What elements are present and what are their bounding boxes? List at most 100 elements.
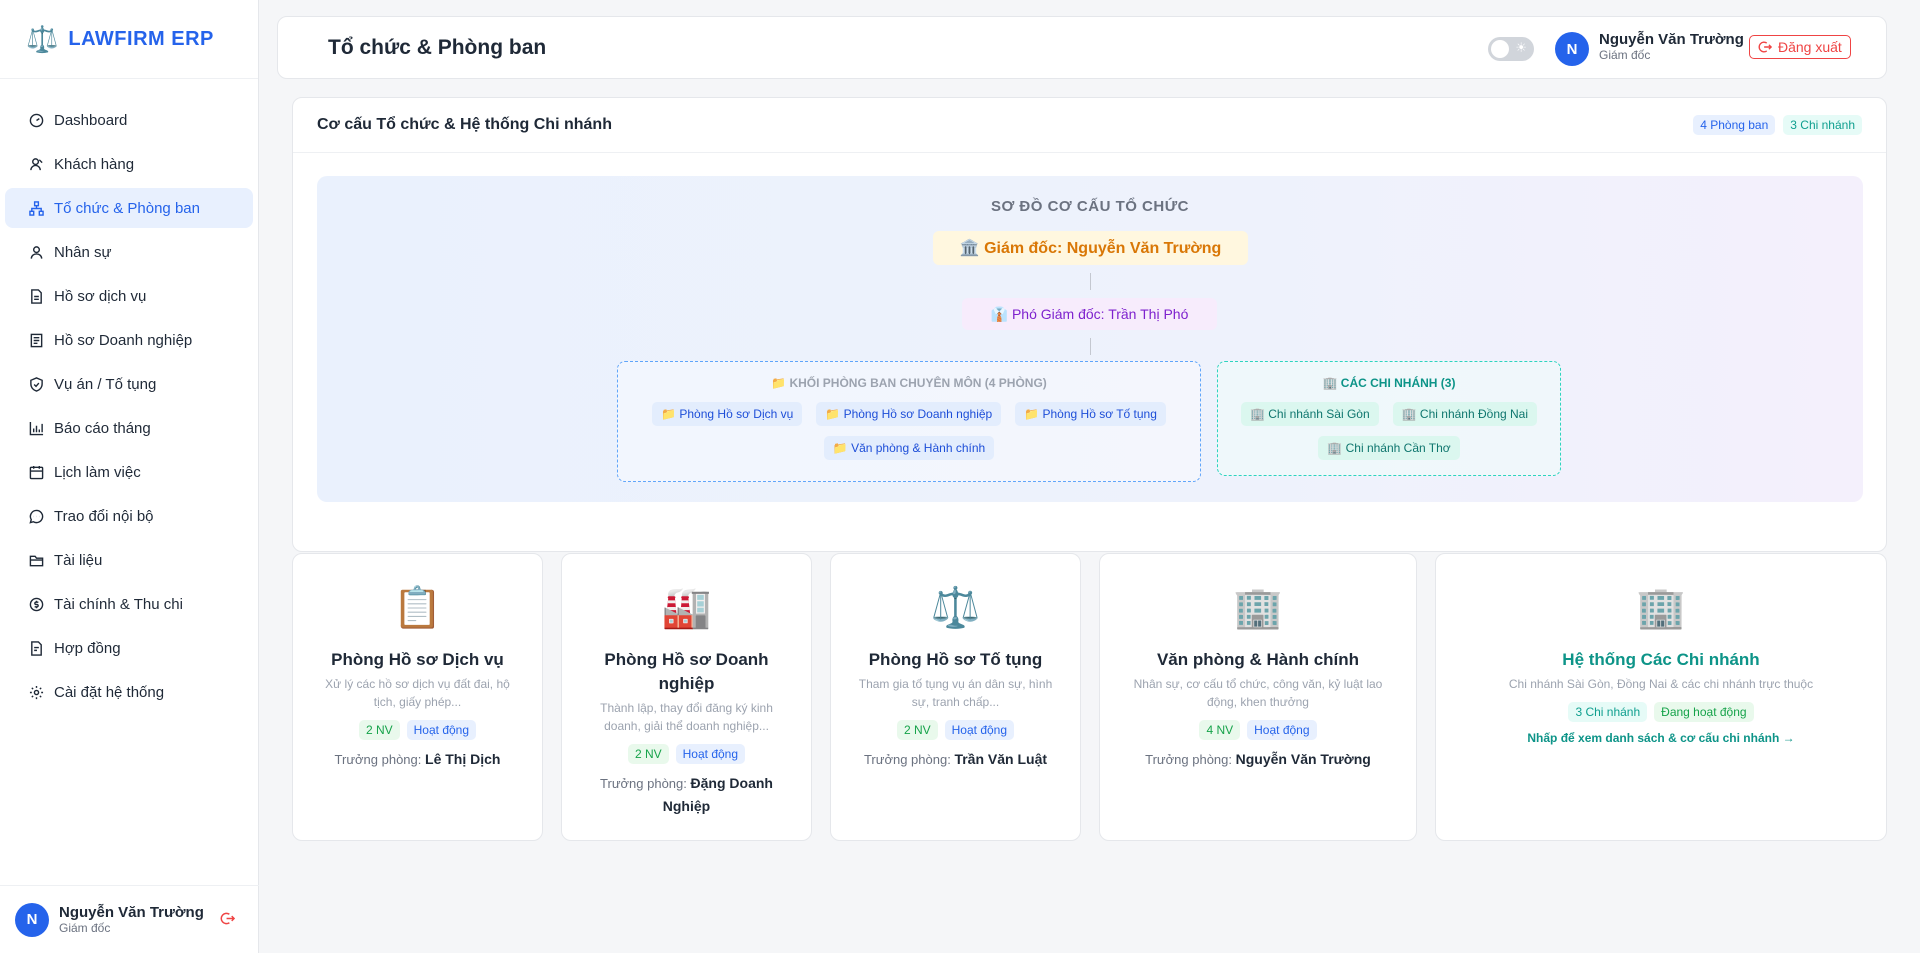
department-head: Trưởng phòng: Trần Văn Luật — [831, 748, 1080, 771]
sidebar-item-business-files[interactable]: Hồ sơ Doanh nghiệp — [5, 320, 253, 360]
status-badge: Đang hoạt động — [1654, 702, 1754, 722]
sidebar-user-card: N Nguyễn Văn Trường Giám đốc — [0, 885, 259, 953]
sidebar-item-label: Dashboard — [54, 111, 128, 129]
card-title: Văn phòng & Hành chính — [1156, 650, 1360, 669]
sidebar-item-finance[interactable]: Tài chính & Thu chi — [5, 584, 253, 624]
department-card-service[interactable]: 📋 Phòng Hồ sơ Dịch vụ Xử lý các hồ sơ dị… — [292, 553, 543, 841]
panel-header: Cơ cấu Tổ chức & Hệ thống Chi nhánh 4 Ph… — [293, 98, 1886, 153]
sidebar-item-label: Tài liệu — [54, 551, 103, 569]
avatar[interactable]: N — [15, 902, 49, 937]
head-label: Trưởng phòng: — [600, 776, 687, 791]
bar-chart-icon — [28, 420, 44, 436]
departments-block: 📁 KHỐI PHÒNG BAN CHUYÊN MÔN (4 PHÒNG) 📁 … — [617, 361, 1201, 482]
logout-button[interactable]: Đăng xuất — [1749, 35, 1851, 59]
branch-count-badge: 3 Chi nhánh — [1568, 702, 1648, 722]
branches-block: 🏢 CÁC CHI NHÁNH (3) 🏢 Chi nhánh Sài Gòn … — [1217, 361, 1561, 476]
sidebar-item-service-files[interactable]: Hồ sơ dịch vụ — [5, 276, 253, 316]
sidebar-item-schedule[interactable]: Lịch làm việc — [5, 452, 253, 492]
app-logo[interactable]: ⚖️ LAWFIRM ERP — [0, 0, 258, 79]
sidebar-item-label: Trao đổi nội bộ — [54, 507, 154, 525]
sidebar-item-documents[interactable]: Tài liệu — [5, 540, 253, 580]
sidebar-item-label: Báo cáo tháng — [54, 419, 151, 437]
department-card-admin[interactable]: 🏢 Văn phòng & Hành chính Nhân sự, cơ cấu… — [1099, 553, 1417, 841]
department-chip[interactable]: 📁 Phòng Hồ sơ Dịch vụ — [652, 402, 803, 426]
branch-system-card[interactable]: 🏢 Hệ thống Các Chi nhánh Chi nhánh Sài G… — [1435, 553, 1887, 841]
director-node[interactable]: 🏛️ Giám đốc: Nguyễn Văn Trường — [933, 231, 1248, 265]
sidebar-item-internal-chat[interactable]: Trao đổi nội bộ — [5, 496, 253, 536]
view-branches-link[interactable]: Nhấp để xem danh sách & cơ cấu chi nhánh… — [1436, 731, 1886, 745]
office-building-icon: 🏢 — [1233, 586, 1283, 630]
card-description: Xử lý các hồ sơ dịch vụ đất đai, hộ tịch… — [325, 677, 510, 709]
head-name: Trần Văn Luật — [954, 751, 1048, 767]
status-badge: Hoạt động — [675, 744, 746, 764]
avatar[interactable]: N — [1555, 32, 1589, 66]
document-icon — [28, 332, 44, 348]
card-title: Phòng Hồ sơ Dịch vụ — [331, 650, 504, 669]
theme-toggle[interactable]: ☀ — [1488, 37, 1534, 61]
sidebar-user-role: Giám đốc — [59, 921, 111, 935]
panel-title: Cơ cấu Tổ chức & Hệ thống Chi nhánh — [317, 116, 612, 133]
card-title: Hệ thống Các Chi nhánh — [1562, 650, 1760, 669]
chat-icon — [28, 508, 44, 524]
sidebar-item-label: Tổ chức & Phòng ban — [54, 199, 200, 217]
departments-block-title: 📁 KHỐI PHÒNG BAN CHUYÊN MÔN (4 PHÒNG) — [771, 376, 1047, 390]
header-user-role: Giám đốc — [1599, 48, 1651, 62]
folder-icon — [28, 552, 44, 568]
scales-icon: ⚖️ — [930, 586, 981, 630]
deputy-director-node[interactable]: 👔 Phó Giám đốc: Trần Thị Phó — [962, 298, 1217, 330]
department-card-business[interactable]: 🏭 Phòng Hồ sơ Doanh nghiệp Thành lập, th… — [561, 553, 812, 841]
sidebar-item-label: Khách hàng — [54, 155, 135, 173]
staff-count-badge: 2 NV — [896, 720, 938, 740]
sun-icon: ☀ — [1515, 40, 1527, 55]
department-chip[interactable]: 📁 Phòng Hồ sơ Doanh nghiệp — [816, 402, 1002, 426]
sidebar-item-label: Nhân sự — [54, 243, 112, 261]
department-chip[interactable]: 📁 Văn phòng & Hành chính — [823, 436, 995, 460]
branches-block-title: 🏢 CÁC CHI NHÁNH (3) — [1322, 376, 1456, 390]
department-chip[interactable]: 📁 Phòng Hồ sơ Tố tụng — [1015, 402, 1166, 426]
header-user: Nguyễn Văn Trường Giám đốc — [1599, 31, 1744, 62]
card-title: Phòng Hồ sơ Doanh nghiệp — [604, 650, 769, 693]
branch-count-badge: 3 Chi nhánh — [1783, 115, 1862, 135]
page-title: Tổ chức & Phòng ban — [328, 35, 547, 59]
branch-chip[interactable]: 🏢 Chi nhánh Cần Thơ — [1318, 436, 1460, 460]
header-user-name: Nguyễn Văn Trường — [1599, 31, 1744, 48]
sidebar-item-label: Lịch làm việc — [54, 463, 141, 481]
sidebar-item-dashboard[interactable]: Dashboard — [5, 100, 253, 140]
branch-chip[interactable]: 🏢 Chi nhánh Đồng Nai — [1392, 402, 1538, 426]
card-description: Tham gia tố tụng vụ án dân sự, hình sự, … — [858, 677, 1053, 709]
status-badge: Hoạt động — [944, 720, 1015, 740]
org-chart-title: SƠ ĐỒ CƠ CẤU TỔ CHỨC — [990, 198, 1190, 215]
head-label: Trưởng phòng: — [1145, 752, 1232, 767]
clipboard-icon: 📋 — [392, 586, 443, 630]
card-description: Chi nhánh Sài Gòn, Đồng Nai & các chi nh… — [1508, 677, 1814, 691]
office-building-icon: 🏢 — [1636, 586, 1686, 630]
head-label: Trưởng phòng: — [863, 752, 951, 767]
sidebar-item-label: Tài chính & Thu chi — [54, 595, 183, 613]
sidebar-item-organization[interactable]: Tổ chức & Phòng ban — [5, 188, 253, 228]
sidebar-item-label: Hồ sơ Doanh nghiệp — [54, 331, 193, 349]
sidebar-user-name: Nguyễn Văn Trường — [59, 904, 204, 921]
contract-icon — [28, 640, 44, 656]
sidebar-item-staff[interactable]: Nhân sự — [5, 232, 253, 272]
sidebar-item-contracts[interactable]: Hợp đồng — [5, 628, 253, 668]
sidebar-item-monthly-report[interactable]: Báo cáo tháng — [5, 408, 253, 448]
sidebar-item-settings[interactable]: Cài đặt hệ thống — [5, 672, 253, 712]
head-name: Lê Thị Dịch — [425, 751, 501, 767]
file-icon — [28, 288, 44, 304]
status-badge: Hoạt động — [406, 720, 477, 740]
connector-line — [1090, 338, 1091, 355]
department-head: Trưởng phòng: Lê Thị Dịch — [293, 748, 542, 771]
dashboard-icon — [28, 112, 44, 128]
staff-count-badge: 4 NV — [1199, 720, 1241, 740]
top-header: Tổ chức & Phòng ban ☀ N Nguyễn Văn Trườn… — [277, 16, 1887, 79]
head-label: Trưởng phòng: — [334, 752, 422, 767]
sidebar-item-cases[interactable]: Vụ án / Tố tụng — [5, 364, 253, 404]
card-title: Phòng Hồ sơ Tố tụng — [868, 650, 1043, 669]
staff-count-badge: 2 NV — [358, 720, 400, 740]
sidebar-item-customers[interactable]: Khách hàng — [5, 144, 253, 184]
branch-chip[interactable]: 🏢 Chi nhánh Sài Gòn — [1240, 402, 1379, 426]
logout-icon[interactable] — [220, 911, 236, 931]
logout-label: Đăng xuất — [1778, 39, 1842, 55]
sidebar-item-label: Vụ án / Tố tụng — [54, 375, 157, 393]
department-card-litigation[interactable]: ⚖️ Phòng Hồ sơ Tố tụng Tham gia tố tụng … — [830, 553, 1081, 841]
